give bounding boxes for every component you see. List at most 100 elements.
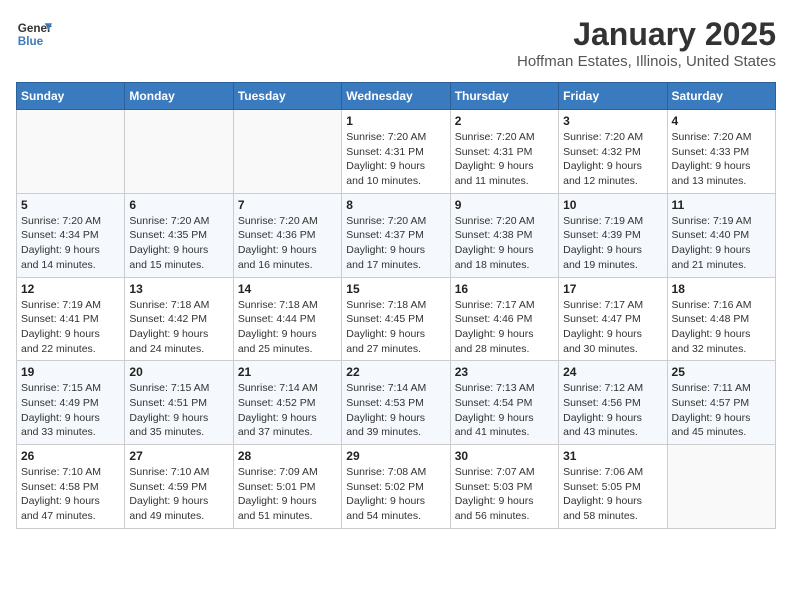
day-info: Sunrise: 7:19 AM Sunset: 4:40 PM Dayligh… xyxy=(672,214,771,273)
calendar-cell: 14 Sunrise: 7:18 AM Sunset: 4:44 PM Dayli… xyxy=(233,277,341,361)
day-info: Sunrise: 7:18 AM Sunset: 4:42 PM Dayligh… xyxy=(129,298,228,357)
calendar-cell: 17 Sunrise: 7:17 AM Sunset: 4:47 PM Dayli… xyxy=(559,277,667,361)
calendar-cell: 21 Sunrise: 7:14 AM Sunset: 4:52 PM Dayli… xyxy=(233,361,341,445)
day-number: 8 xyxy=(346,198,445,212)
calendar-day-header: Thursday xyxy=(450,83,558,110)
calendar-cell xyxy=(233,110,341,194)
day-number: 4 xyxy=(672,114,771,128)
calendar-cell: 9 Sunrise: 7:20 AM Sunset: 4:38 PM Daylig… xyxy=(450,193,558,277)
day-info: Sunrise: 7:15 AM Sunset: 4:51 PM Dayligh… xyxy=(129,381,228,440)
calendar-cell: 28 Sunrise: 7:09 AM Sunset: 5:01 PM Dayli… xyxy=(233,445,341,529)
day-info: Sunrise: 7:20 AM Sunset: 4:38 PM Dayligh… xyxy=(455,214,554,273)
calendar-week-row: 19 Sunrise: 7:15 AM Sunset: 4:49 PM Dayli… xyxy=(17,361,776,445)
day-number: 10 xyxy=(563,198,662,212)
calendar-cell: 7 Sunrise: 7:20 AM Sunset: 4:36 PM Daylig… xyxy=(233,193,341,277)
day-info: Sunrise: 7:17 AM Sunset: 4:47 PM Dayligh… xyxy=(563,298,662,357)
day-number: 16 xyxy=(455,282,554,296)
day-number: 24 xyxy=(563,365,662,379)
day-number: 30 xyxy=(455,449,554,463)
day-info: Sunrise: 7:15 AM Sunset: 4:49 PM Dayligh… xyxy=(21,381,120,440)
calendar-cell: 27Sunrise: 7:10 AM Sunset: 4:59 PM Dayli… xyxy=(125,445,233,529)
day-info: Sunrise: 7:14 AM Sunset: 4:52 PM Dayligh… xyxy=(238,381,337,440)
calendar-day-header: Monday xyxy=(125,83,233,110)
page-header: General Blue January 2025 Hoffman Estate… xyxy=(16,16,776,70)
calendar-day-header: Friday xyxy=(559,83,667,110)
calendar-cell: 1 Sunrise: 7:20 AM Sunset: 4:31 PM Daylig… xyxy=(342,110,450,194)
calendar-cell: 20Sunrise: 7:15 AM Sunset: 4:51 PM Dayli… xyxy=(125,361,233,445)
calendar-week-row: 1 Sunrise: 7:20 AM Sunset: 4:31 PM Daylig… xyxy=(17,110,776,194)
day-number: 17 xyxy=(563,282,662,296)
day-info: Sunrise: 7:16 AM Sunset: 4:48 PM Dayligh… xyxy=(672,298,771,357)
logo-icon: General Blue xyxy=(16,16,52,52)
day-number: 14 xyxy=(238,282,337,296)
calendar-cell: 22Sunrise: 7:14 AM Sunset: 4:53 PM Dayli… xyxy=(342,361,450,445)
calendar-cell: 18 Sunrise: 7:16 AM Sunset: 4:48 PM Dayli… xyxy=(667,277,775,361)
day-info: Sunrise: 7:09 AM Sunset: 5:01 PM Dayligh… xyxy=(238,465,337,524)
calendar-cell: 30 Sunrise: 7:07 AM Sunset: 5:03 PM Dayli… xyxy=(450,445,558,529)
day-number: 26 xyxy=(21,449,120,463)
day-info: Sunrise: 7:19 AM Sunset: 4:39 PM Dayligh… xyxy=(563,214,662,273)
day-number: 19 xyxy=(21,365,120,379)
day-number: 7 xyxy=(238,198,337,212)
calendar-cell: 10 Sunrise: 7:19 AM Sunset: 4:39 PM Dayli… xyxy=(559,193,667,277)
day-info: Sunrise: 7:18 AM Sunset: 4:44 PM Dayligh… xyxy=(238,298,337,357)
calendar-table: SundayMondayTuesdayWednesdayThursdayFrid… xyxy=(16,82,776,529)
logo: General Blue xyxy=(16,16,52,52)
calendar-cell: 6Sunrise: 7:20 AM Sunset: 4:35 PM Daylig… xyxy=(125,193,233,277)
day-info: Sunrise: 7:20 AM Sunset: 4:32 PM Dayligh… xyxy=(563,130,662,189)
calendar-day-header: Wednesday xyxy=(342,83,450,110)
day-number: 18 xyxy=(672,282,771,296)
day-info: Sunrise: 7:06 AM Sunset: 5:05 PM Dayligh… xyxy=(563,465,662,524)
calendar-cell xyxy=(667,445,775,529)
calendar-cell: 2Sunrise: 7:20 AM Sunset: 4:31 PM Daylig… xyxy=(450,110,558,194)
day-number: 13 xyxy=(129,282,228,296)
day-info: Sunrise: 7:10 AM Sunset: 4:58 PM Dayligh… xyxy=(21,465,120,524)
day-info: Sunrise: 7:14 AM Sunset: 4:53 PM Dayligh… xyxy=(346,381,445,440)
calendar-cell: 24 Sunrise: 7:12 AM Sunset: 4:56 PM Dayli… xyxy=(559,361,667,445)
day-info: Sunrise: 7:07 AM Sunset: 5:03 PM Dayligh… xyxy=(455,465,554,524)
calendar-cell: 3Sunrise: 7:20 AM Sunset: 4:32 PM Daylig… xyxy=(559,110,667,194)
day-info: Sunrise: 7:12 AM Sunset: 4:56 PM Dayligh… xyxy=(563,381,662,440)
title-block: January 2025 Hoffman Estates, Illinois, … xyxy=(517,16,776,70)
day-number: 1 xyxy=(346,114,445,128)
calendar-cell: 26 Sunrise: 7:10 AM Sunset: 4:58 PM Dayli… xyxy=(17,445,125,529)
day-info: Sunrise: 7:13 AM Sunset: 4:54 PM Dayligh… xyxy=(455,381,554,440)
day-number: 11 xyxy=(672,198,771,212)
page-title: January 2025 xyxy=(517,16,776,53)
day-info: Sunrise: 7:20 AM Sunset: 4:37 PM Dayligh… xyxy=(346,214,445,273)
day-number: 9 xyxy=(455,198,554,212)
day-info: Sunrise: 7:20 AM Sunset: 4:31 PM Dayligh… xyxy=(346,130,445,189)
calendar-day-header: Saturday xyxy=(667,83,775,110)
calendar-cell: 29Sunrise: 7:08 AM Sunset: 5:02 PM Dayli… xyxy=(342,445,450,529)
calendar-cell: 5Sunrise: 7:20 AM Sunset: 4:34 PM Daylig… xyxy=(17,193,125,277)
day-info: Sunrise: 7:20 AM Sunset: 4:35 PM Dayligh… xyxy=(129,214,228,273)
calendar-day-header: Sunday xyxy=(17,83,125,110)
day-info: Sunrise: 7:19 AM Sunset: 4:41 PM Dayligh… xyxy=(21,298,120,357)
calendar-week-row: 5Sunrise: 7:20 AM Sunset: 4:34 PM Daylig… xyxy=(17,193,776,277)
day-info: Sunrise: 7:20 AM Sunset: 4:33 PM Dayligh… xyxy=(672,130,771,189)
day-number: 31 xyxy=(563,449,662,463)
calendar-cell: 31 Sunrise: 7:06 AM Sunset: 5:05 PM Dayli… xyxy=(559,445,667,529)
calendar-header: SundayMondayTuesdayWednesdayThursdayFrid… xyxy=(17,83,776,110)
calendar-cell: 4 Sunrise: 7:20 AM Sunset: 4:33 PM Daylig… xyxy=(667,110,775,194)
calendar-body: 1 Sunrise: 7:20 AM Sunset: 4:31 PM Daylig… xyxy=(17,110,776,529)
svg-text:Blue: Blue xyxy=(18,35,44,48)
calendar-cell: 12Sunrise: 7:19 AM Sunset: 4:41 PM Dayli… xyxy=(17,277,125,361)
day-number: 15 xyxy=(346,282,445,296)
day-number: 2 xyxy=(455,114,554,128)
day-number: 21 xyxy=(238,365,337,379)
day-number: 27 xyxy=(129,449,228,463)
day-number: 5 xyxy=(21,198,120,212)
day-number: 28 xyxy=(238,449,337,463)
calendar-cell: 25Sunrise: 7:11 AM Sunset: 4:57 PM Dayli… xyxy=(667,361,775,445)
day-info: Sunrise: 7:17 AM Sunset: 4:46 PM Dayligh… xyxy=(455,298,554,357)
calendar-day-header: Tuesday xyxy=(233,83,341,110)
day-info: Sunrise: 7:18 AM Sunset: 4:45 PM Dayligh… xyxy=(346,298,445,357)
calendar-week-row: 26 Sunrise: 7:10 AM Sunset: 4:58 PM Dayli… xyxy=(17,445,776,529)
calendar-cell xyxy=(17,110,125,194)
calendar-cell: 16 Sunrise: 7:17 AM Sunset: 4:46 PM Dayli… xyxy=(450,277,558,361)
day-info: Sunrise: 7:20 AM Sunset: 4:36 PM Dayligh… xyxy=(238,214,337,273)
calendar-cell xyxy=(125,110,233,194)
calendar-cell: 8 Sunrise: 7:20 AM Sunset: 4:37 PM Daylig… xyxy=(342,193,450,277)
day-number: 23 xyxy=(455,365,554,379)
